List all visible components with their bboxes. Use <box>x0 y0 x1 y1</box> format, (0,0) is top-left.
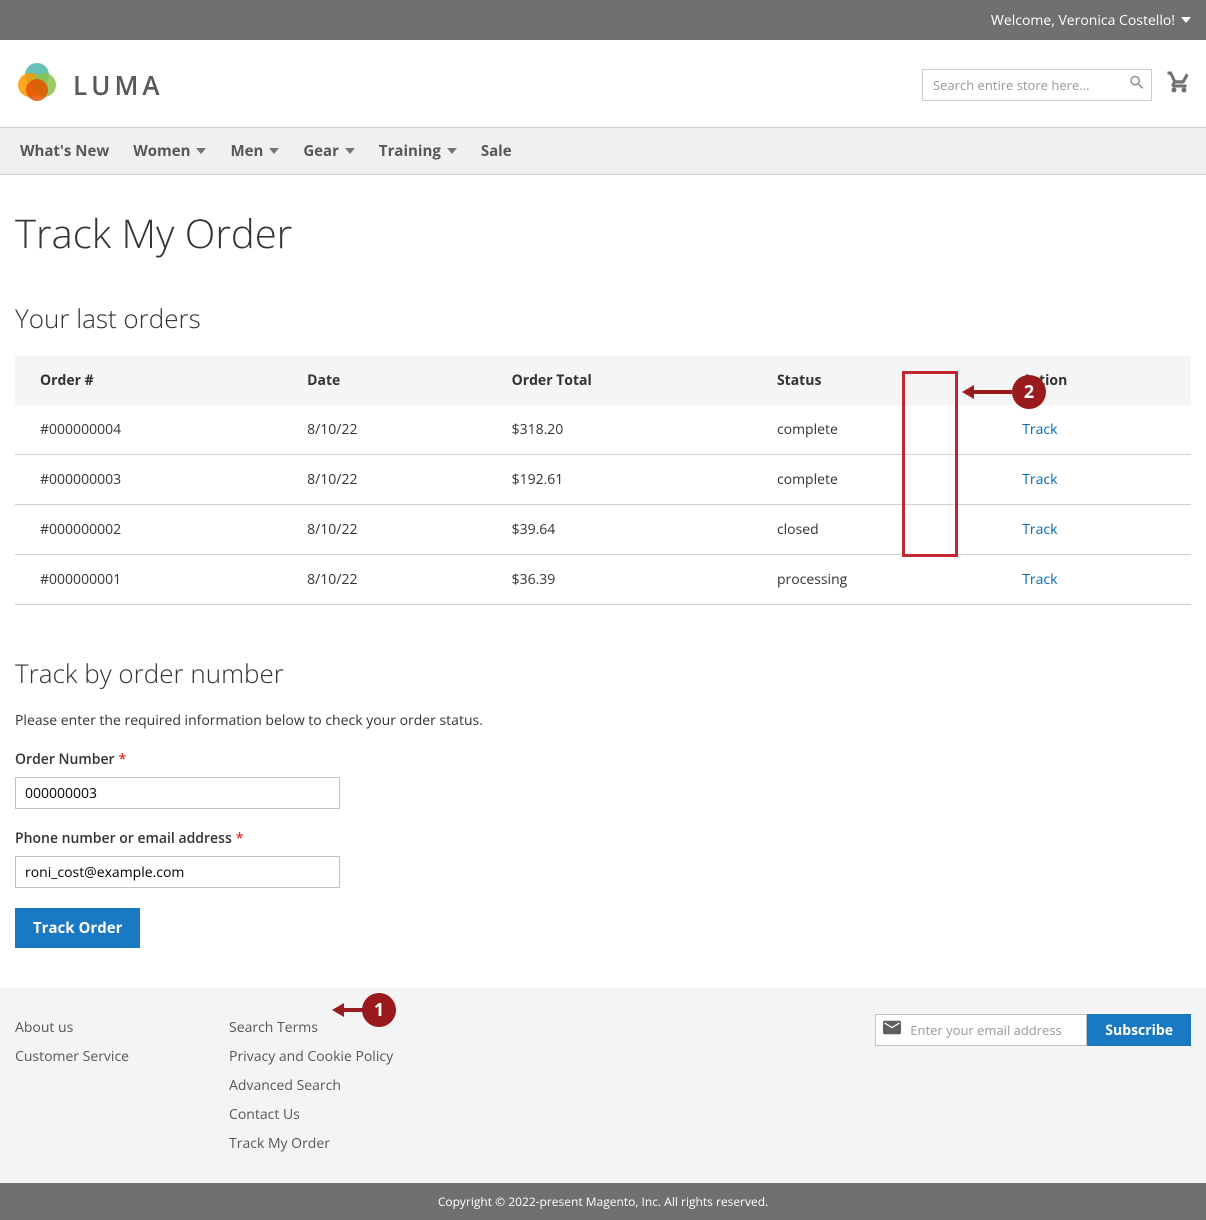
nav-gear[interactable]: Gear <box>291 128 367 174</box>
track-by-number-title: Track by order number <box>15 655 1191 691</box>
nav-label: Gear <box>303 141 339 161</box>
footer: About us Customer Service Search Terms P… <box>0 988 1206 1183</box>
order-number-field: Order Number* <box>15 750 1191 809</box>
chevron-down-icon <box>196 141 206 161</box>
cell-order: #000000001 <box>15 555 282 605</box>
nav-men[interactable]: Men <box>218 128 291 174</box>
th-status: Status <box>752 356 997 405</box>
mail-icon <box>883 1021 901 1040</box>
subscribe-button[interactable]: Subscribe <box>1087 1014 1191 1046</box>
logo-icon <box>15 60 59 109</box>
nav-label: Men <box>230 141 263 161</box>
nav-whats-new[interactable]: What's New <box>8 128 121 174</box>
th-date: Date <box>282 356 486 405</box>
track-link[interactable]: Track <box>1022 570 1057 589</box>
header: LUMA <box>0 40 1206 127</box>
copyright: Copyright © 2022-present Magento, Inc. A… <box>0 1183 1206 1220</box>
identifier-field: Phone number or email address* <box>15 829 1191 888</box>
table-row: #000000002 8/10/22 $39.64 closed Track <box>15 505 1191 555</box>
orders-table: Order # Date Order Total Status Action #… <box>15 356 1191 605</box>
label-text: Order Number <box>15 750 115 769</box>
logo-text: LUMA <box>73 67 164 103</box>
nav-label: What's New <box>20 141 109 161</box>
track-link[interactable]: Track <box>1022 420 1057 439</box>
identifier-input[interactable] <box>15 856 340 888</box>
table-row: #000000001 8/10/22 $36.39 processing Tra… <box>15 555 1191 605</box>
cart-icon[interactable] <box>1167 70 1191 99</box>
newsletter: Subscribe <box>875 1014 1191 1046</box>
nav-sale[interactable]: Sale <box>469 128 524 174</box>
welcome-dropdown[interactable]: Welcome, Veronica Costello! <box>991 11 1191 30</box>
cell-date: 8/10/22 <box>282 405 486 455</box>
label-text: Phone number or email address <box>15 829 232 848</box>
track-order-button[interactable]: Track Order <box>15 908 140 948</box>
table-row: #000000003 8/10/22 $192.61 complete Trac… <box>15 455 1191 505</box>
th-order: Order # <box>15 356 282 405</box>
track-link[interactable]: Track <box>1022 520 1057 539</box>
order-number-label: Order Number* <box>15 750 126 769</box>
cell-order: #000000004 <box>15 405 282 455</box>
page-title: Track My Order <box>15 205 1191 260</box>
footer-privacy-link[interactable]: Privacy and Cookie Policy <box>229 1047 393 1066</box>
cell-order: #000000003 <box>15 455 282 505</box>
cell-status: complete <box>752 455 997 505</box>
table-header-row: Order # Date Order Total Status Action <box>15 356 1191 405</box>
nav-training[interactable]: Training <box>367 128 469 174</box>
required-mark: * <box>236 829 244 848</box>
cell-total: $192.61 <box>487 455 752 505</box>
top-bar: Welcome, Veronica Costello! <box>0 0 1206 40</box>
th-action: Action <box>997 356 1191 405</box>
welcome-text: Welcome, Veronica Costello! <box>991 11 1175 30</box>
track-link[interactable]: Track <box>1022 470 1057 489</box>
help-text: Please enter the required information be… <box>15 711 1191 730</box>
cell-date: 8/10/22 <box>282 455 486 505</box>
footer-track-link[interactable]: Track My Order <box>229 1134 393 1153</box>
chevron-down-icon <box>269 141 279 161</box>
identifier-label: Phone number or email address* <box>15 829 243 848</box>
search-input[interactable] <box>922 69 1152 101</box>
nav-label: Sale <box>481 141 512 161</box>
cell-total: $318.20 <box>487 405 752 455</box>
footer-search-terms-link[interactable]: Search Terms <box>229 1018 393 1037</box>
cell-total: $36.39 <box>487 555 752 605</box>
th-total: Order Total <box>487 356 752 405</box>
chevron-down-icon <box>447 141 457 161</box>
search-box <box>922 69 1152 101</box>
nav-label: Training <box>379 141 441 161</box>
order-number-input[interactable] <box>15 777 340 809</box>
chevron-down-icon <box>1181 11 1191 30</box>
cell-date: 8/10/22 <box>282 505 486 555</box>
cell-date: 8/10/22 <box>282 555 486 605</box>
nav-women[interactable]: Women <box>121 128 218 174</box>
nav-label: Women <box>133 141 190 161</box>
cell-total: $39.64 <box>487 505 752 555</box>
required-mark: * <box>119 750 127 769</box>
logo[interactable]: LUMA <box>15 60 164 109</box>
footer-contact-link[interactable]: Contact Us <box>229 1105 393 1124</box>
last-orders-title: Your last orders <box>15 300 1191 336</box>
main-content: Track My Order Your last orders Order # … <box>0 175 1206 988</box>
search-icon[interactable] <box>1128 73 1146 96</box>
table-row: #000000004 8/10/22 $318.20 complete Trac… <box>15 405 1191 455</box>
cell-order: #000000002 <box>15 505 282 555</box>
footer-adv-search-link[interactable]: Advanced Search <box>229 1076 393 1095</box>
footer-about-link[interactable]: About us <box>15 1018 129 1037</box>
cell-status: closed <box>752 505 997 555</box>
cell-status: complete <box>752 405 997 455</box>
main-nav: What's New Women Men Gear Training Sale <box>0 127 1206 175</box>
newsletter-input[interactable] <box>875 1014 1087 1046</box>
footer-cs-link[interactable]: Customer Service <box>15 1047 129 1066</box>
chevron-down-icon <box>345 141 355 161</box>
cell-status: processing <box>752 555 997 605</box>
